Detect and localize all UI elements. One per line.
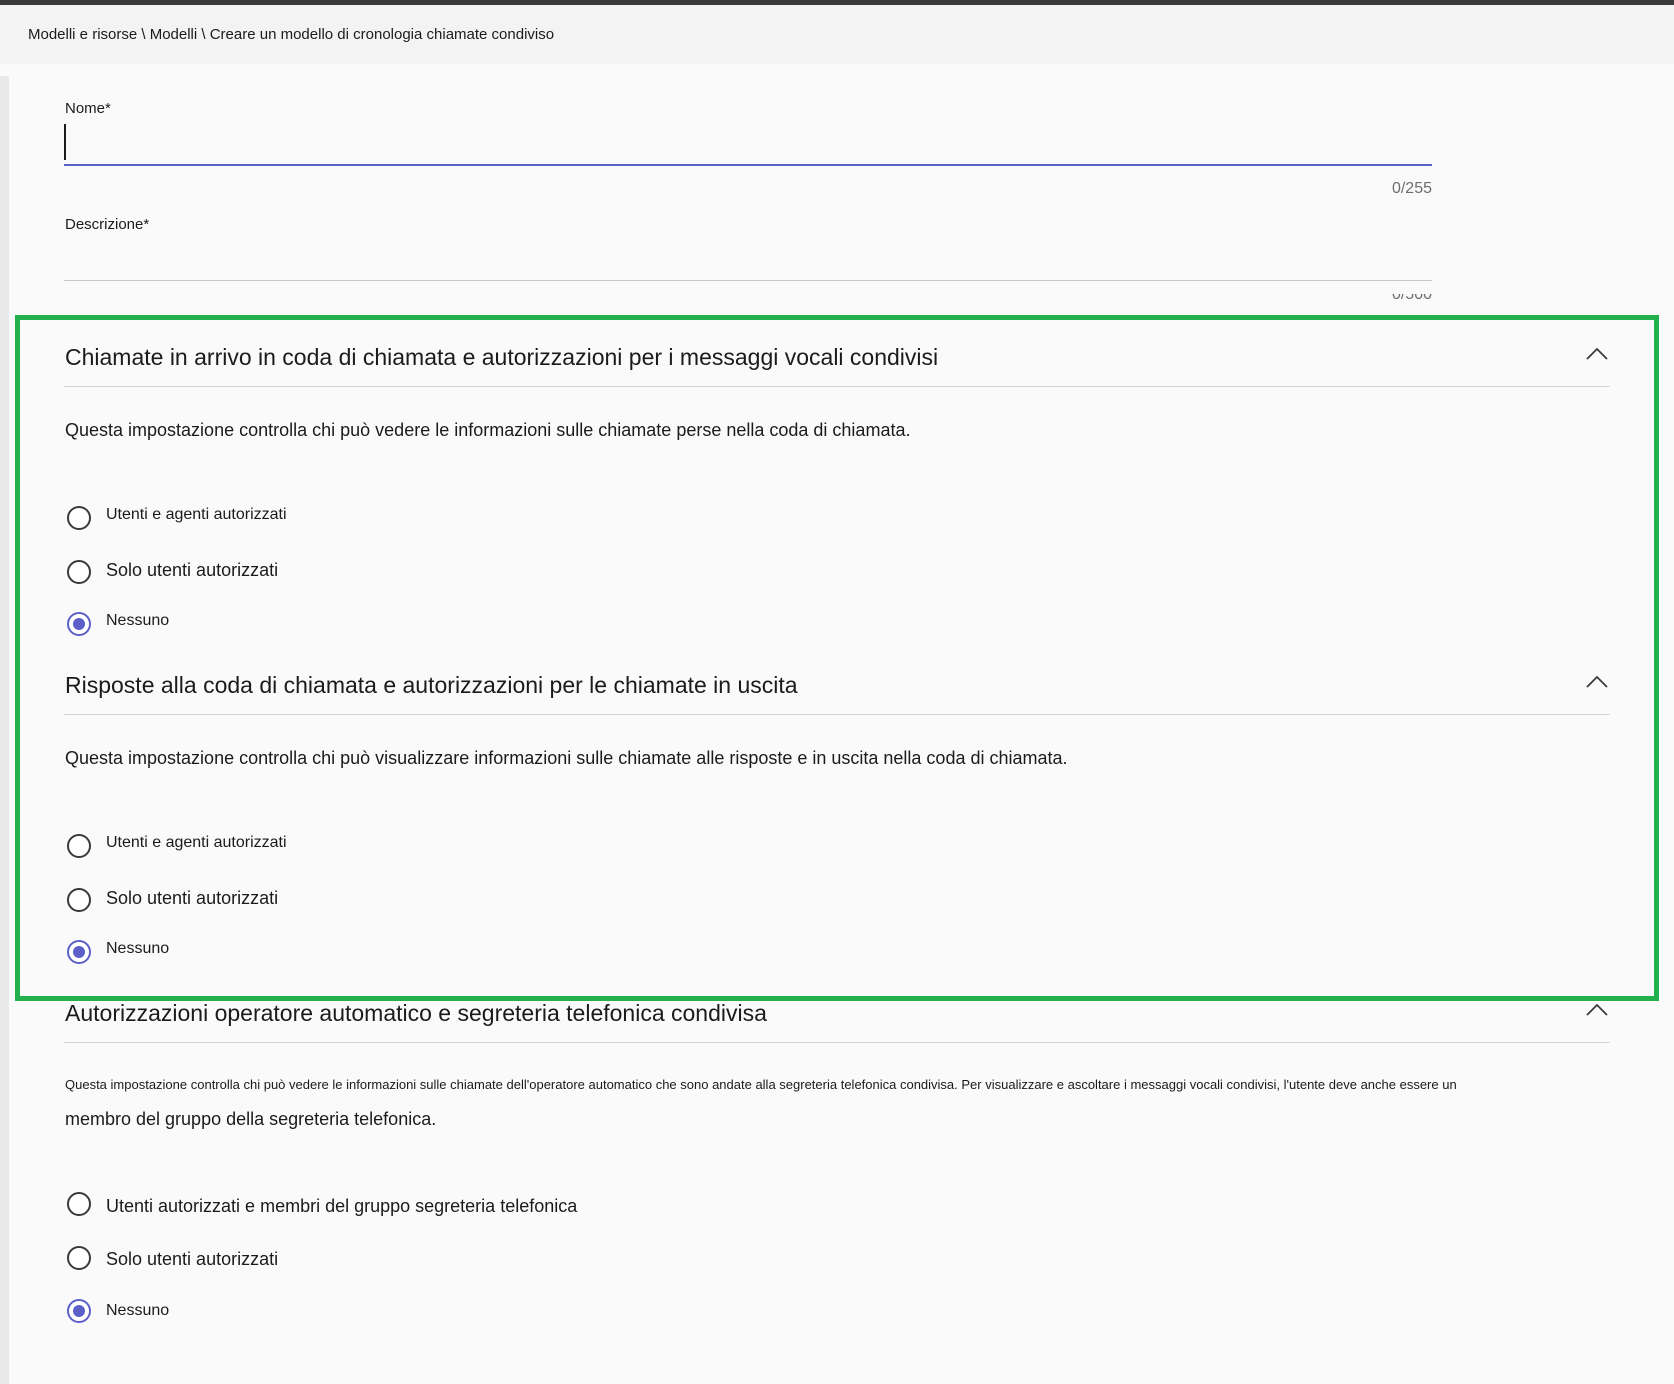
radio-label: Utenti autorizzati e membri del gruppo s… xyxy=(106,1196,578,1216)
radio-label: Utenti e agenti autorizzati xyxy=(106,506,287,523)
chevron-up-icon[interactable] xyxy=(1585,670,1609,694)
radio-authorized-only[interactable] xyxy=(67,560,91,584)
breadcrumb-text: Modelli e risorse \ Modelli \ Creare un … xyxy=(28,26,555,43)
section-divider xyxy=(64,714,1610,715)
section-description-line1: Questa impostazione controlla chi può ve… xyxy=(65,1077,1457,1092)
radio-label: Solo utenti autorizzati xyxy=(106,1249,279,1269)
section-title-incoming-voicemail: Chiamate in arrivo in coda di chiamata e… xyxy=(65,344,939,370)
radio-none[interactable] xyxy=(67,940,91,964)
text-caret xyxy=(64,124,66,160)
name-label: Nome* xyxy=(65,100,111,117)
name-input-underline xyxy=(64,164,1432,166)
radio-users-and-agents[interactable] xyxy=(67,506,91,530)
chevron-up-icon[interactable] xyxy=(1585,342,1609,366)
section-description: Questa impostazione controlla chi può vi… xyxy=(65,748,1068,768)
section-description: Questa impostazione controlla chi può ve… xyxy=(65,420,911,440)
radio-label: Utenti e agenti autorizzati xyxy=(106,834,287,851)
form-content: Nome* 0/255 Descrizione* 0/500 Chiamate … xyxy=(0,64,1674,1384)
description-input-underline xyxy=(64,280,1432,281)
radio-none[interactable] xyxy=(67,1299,91,1323)
section-divider xyxy=(64,1042,1610,1043)
radio-users-and-agents[interactable] xyxy=(67,834,91,858)
radio-label: Nessuno xyxy=(106,940,170,957)
description-counter-clip: 0/500 xyxy=(1330,294,1432,304)
radio-label: Nessuno xyxy=(106,1302,170,1319)
radio-label: Solo utenti autorizzati xyxy=(106,560,279,580)
description-input[interactable] xyxy=(64,242,1432,278)
section-title-auto-attendant: Autorizzazioni operatore automatico e se… xyxy=(65,1000,767,1026)
section-divider xyxy=(64,386,1610,387)
chevron-up-icon[interactable] xyxy=(1585,998,1609,1022)
radio-authorized-only[interactable] xyxy=(67,1246,91,1270)
section-description: Questa impostazione controlla chi può ve… xyxy=(65,1068,1625,1136)
name-char-counter: 0/255 xyxy=(1391,180,1432,197)
radio-authorized-only[interactable] xyxy=(67,888,91,912)
radio-label: Nessuno xyxy=(106,612,170,629)
radio-label: Solo utenti autorizzati xyxy=(106,888,279,908)
description-char-counter: 0/500 xyxy=(1391,294,1432,303)
section-title-answered-outbound: Risposte alla coda di chiamata e autoriz… xyxy=(65,672,798,698)
description-label: Descrizione* xyxy=(65,216,150,233)
radio-none[interactable] xyxy=(67,612,91,636)
radio-authorized-and-group-members[interactable] xyxy=(67,1192,91,1216)
breadcrumb: Modelli e risorse \ Modelli \ Creare un … xyxy=(0,5,1674,64)
section-description-line2: membro del gruppo della segreteria telef… xyxy=(65,1109,437,1129)
name-input[interactable] xyxy=(64,124,1432,162)
